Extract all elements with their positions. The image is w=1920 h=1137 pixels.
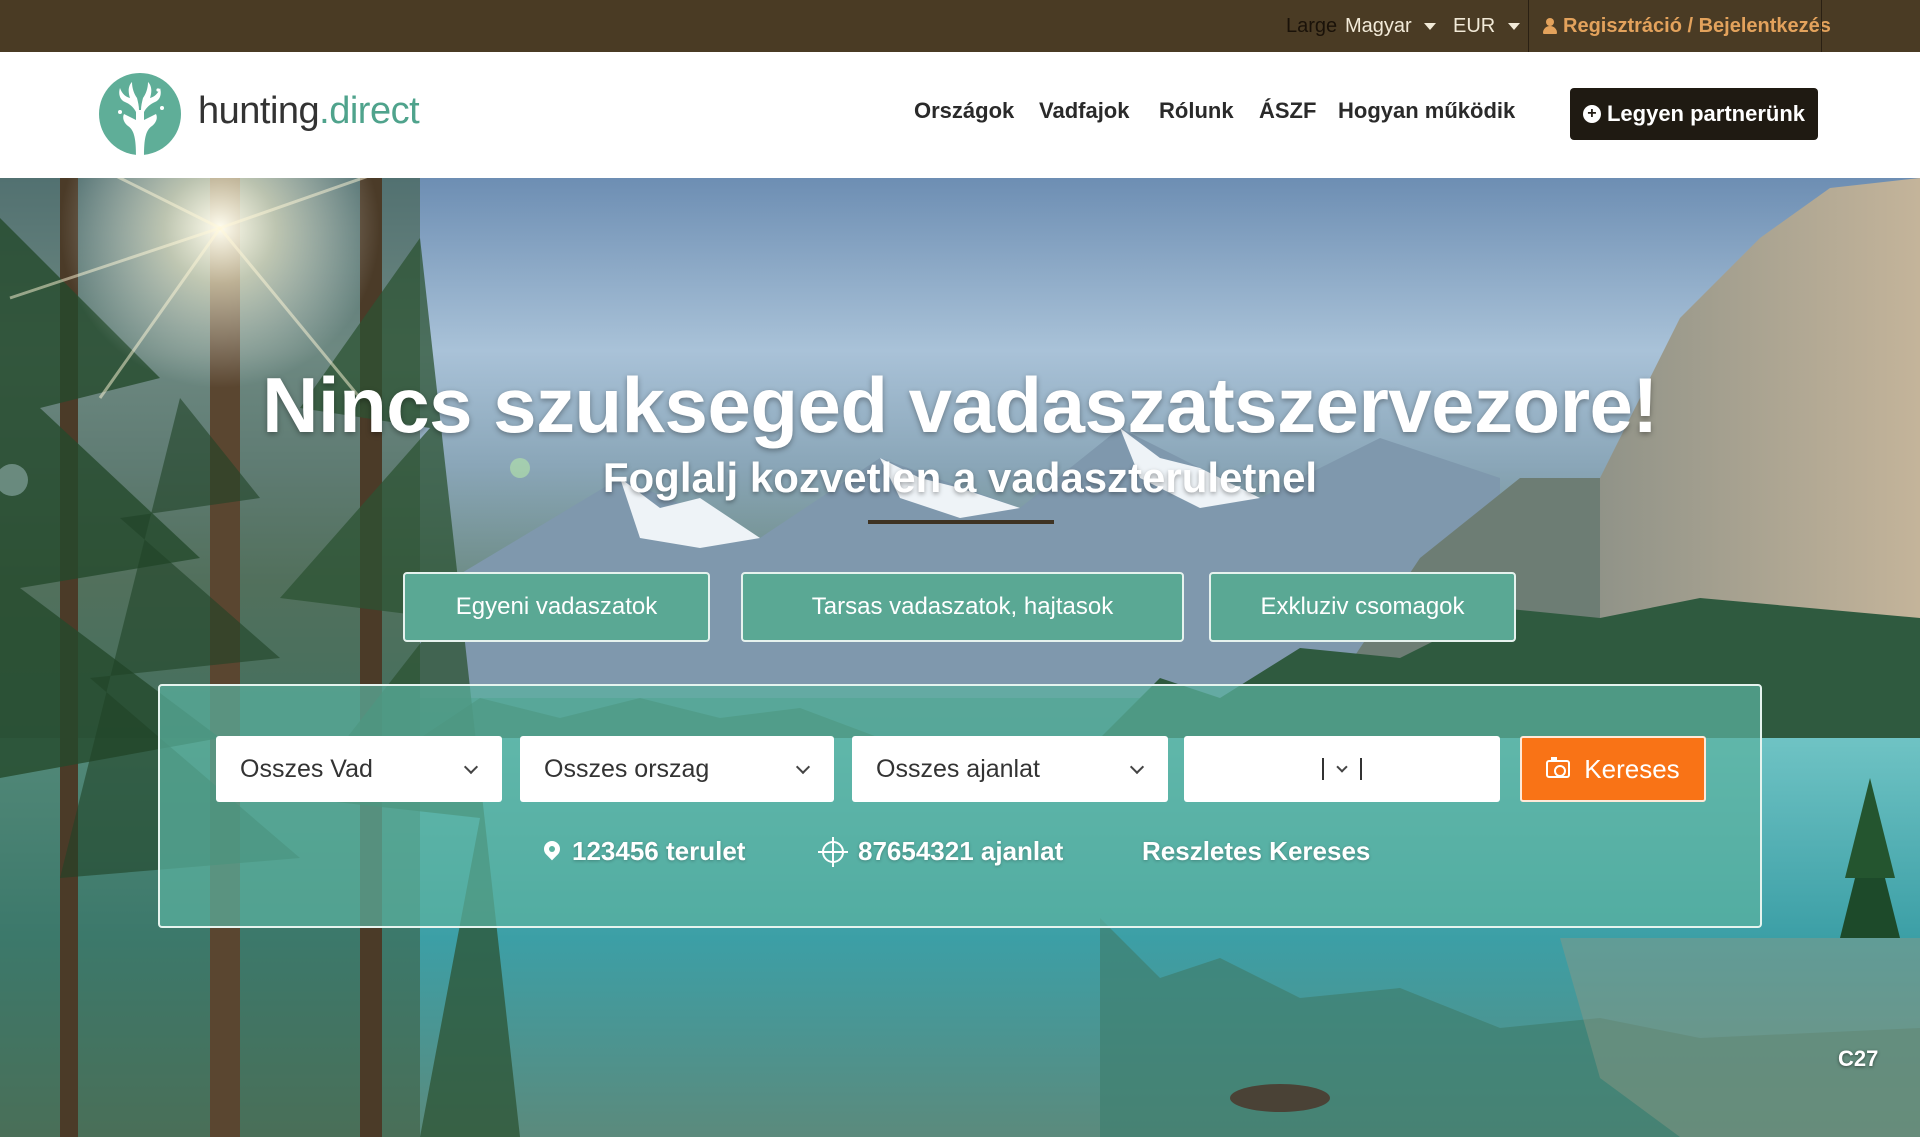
offer-count: 87654321 ajanlat <box>818 836 1064 867</box>
logo-text-accent: .direct <box>319 90 420 132</box>
offer-select[interactable]: Osszes ajanlat <box>852 736 1168 802</box>
site-header: hunting.direct Országok Vadfajok Rólunk … <box>0 52 1920 178</box>
chevron-down-icon <box>1129 759 1145 775</box>
date-start-separator <box>1322 758 1324 780</box>
area-count-text: 123456 terulet <box>572 836 746 866</box>
chevron-down-icon[interactable] <box>1424 0 1436 52</box>
hero-subtitle: Foglalj kozvetlen a vadaszteruletnel <box>602 454 1318 501</box>
deer-logo-icon[interactable] <box>98 72 182 156</box>
map-pin-icon <box>544 841 560 863</box>
top-utility-bar: Large Magyar EUR Regisztráció / Bejelent… <box>0 0 1920 52</box>
hero-title: Nincs szukseged vadaszatszervezore! <box>262 361 1658 449</box>
date-end-separator <box>1360 758 1362 780</box>
hero-background-image <box>0 178 1920 1137</box>
date-range-picker[interactable] <box>1184 736 1500 802</box>
chevron-down-icon <box>463 759 479 775</box>
chevron-down-icon <box>795 759 811 775</box>
crosshair-icon <box>818 836 848 867</box>
hero-divider <box>868 520 1054 524</box>
plus-circle-icon: + <box>1582 105 1601 123</box>
country-select[interactable]: Osszes orszag <box>520 736 834 802</box>
category-group-hunts-button[interactable]: Tarsas vadaszatok, hajtasok <box>741 572 1184 642</box>
chevron-down-icon <box>1336 761 1348 773</box>
nav-item-terms[interactable]: ÁSZF <box>1259 98 1316 124</box>
currency-select[interactable]: EUR <box>1453 0 1495 52</box>
nav-item-about[interactable]: Rólunk <box>1159 98 1234 124</box>
login-register-label: Regisztráció / Bejelentkezés <box>1563 14 1831 37</box>
country-select-value: Osszes orszag <box>544 754 710 783</box>
category-individual-hunts-button[interactable]: Egyeni vadaszatok <box>403 572 710 642</box>
nav-item-game-species[interactable]: Vadfajok <box>1039 98 1129 124</box>
logo-wordmark[interactable]: hunting.direct <box>198 90 420 133</box>
search-button[interactable]: Kereses <box>1520 736 1706 802</box>
corner-code: C27 <box>1838 1046 1879 1071</box>
category-exclusive-packages-button[interactable]: Exkluziv csomagok <box>1209 572 1516 642</box>
chevron-down-icon[interactable] <box>1508 0 1520 52</box>
nav-item-countries[interactable]: Országok <box>914 98 1014 124</box>
game-select-value: Osszes Vad <box>240 754 373 783</box>
logo-text-main: hunting <box>198 90 320 132</box>
game-select[interactable]: Osszes Vad <box>216 736 502 802</box>
hero-section: Nincs szukseged vadaszatszervezore! Fogl… <box>0 178 1920 1137</box>
become-partner-label: Legyen partnerünk <box>1606 101 1806 126</box>
text-size-toggle[interactable]: Large <box>1286 0 1337 52</box>
nav-item-how-it-works[interactable]: Hogyan működik <box>1338 98 1515 124</box>
become-partner-button[interactable]: + Legyen partnerünk <box>1570 88 1818 140</box>
offer-count-text: 87654321 ajanlat <box>858 836 1064 866</box>
offer-select-value: Osszes ajanlat <box>876 754 1040 783</box>
advanced-search-link[interactable]: Reszletes Kereses <box>1142 836 1370 867</box>
camera-icon <box>1546 757 1571 778</box>
user-icon <box>1543 18 1557 34</box>
login-register-link[interactable]: Regisztráció / Bejelentkezés <box>1543 0 1831 52</box>
search-panel: Osszes Vad Osszes orszag Osszes ajanlat … <box>158 684 1762 928</box>
topbar-divider <box>1821 0 1822 52</box>
topbar-divider <box>1528 0 1529 52</box>
area-count: 123456 terulet <box>544 836 745 867</box>
language-select[interactable]: Magyar <box>1345 0 1412 52</box>
search-button-label: Kereses <box>1584 753 1680 784</box>
